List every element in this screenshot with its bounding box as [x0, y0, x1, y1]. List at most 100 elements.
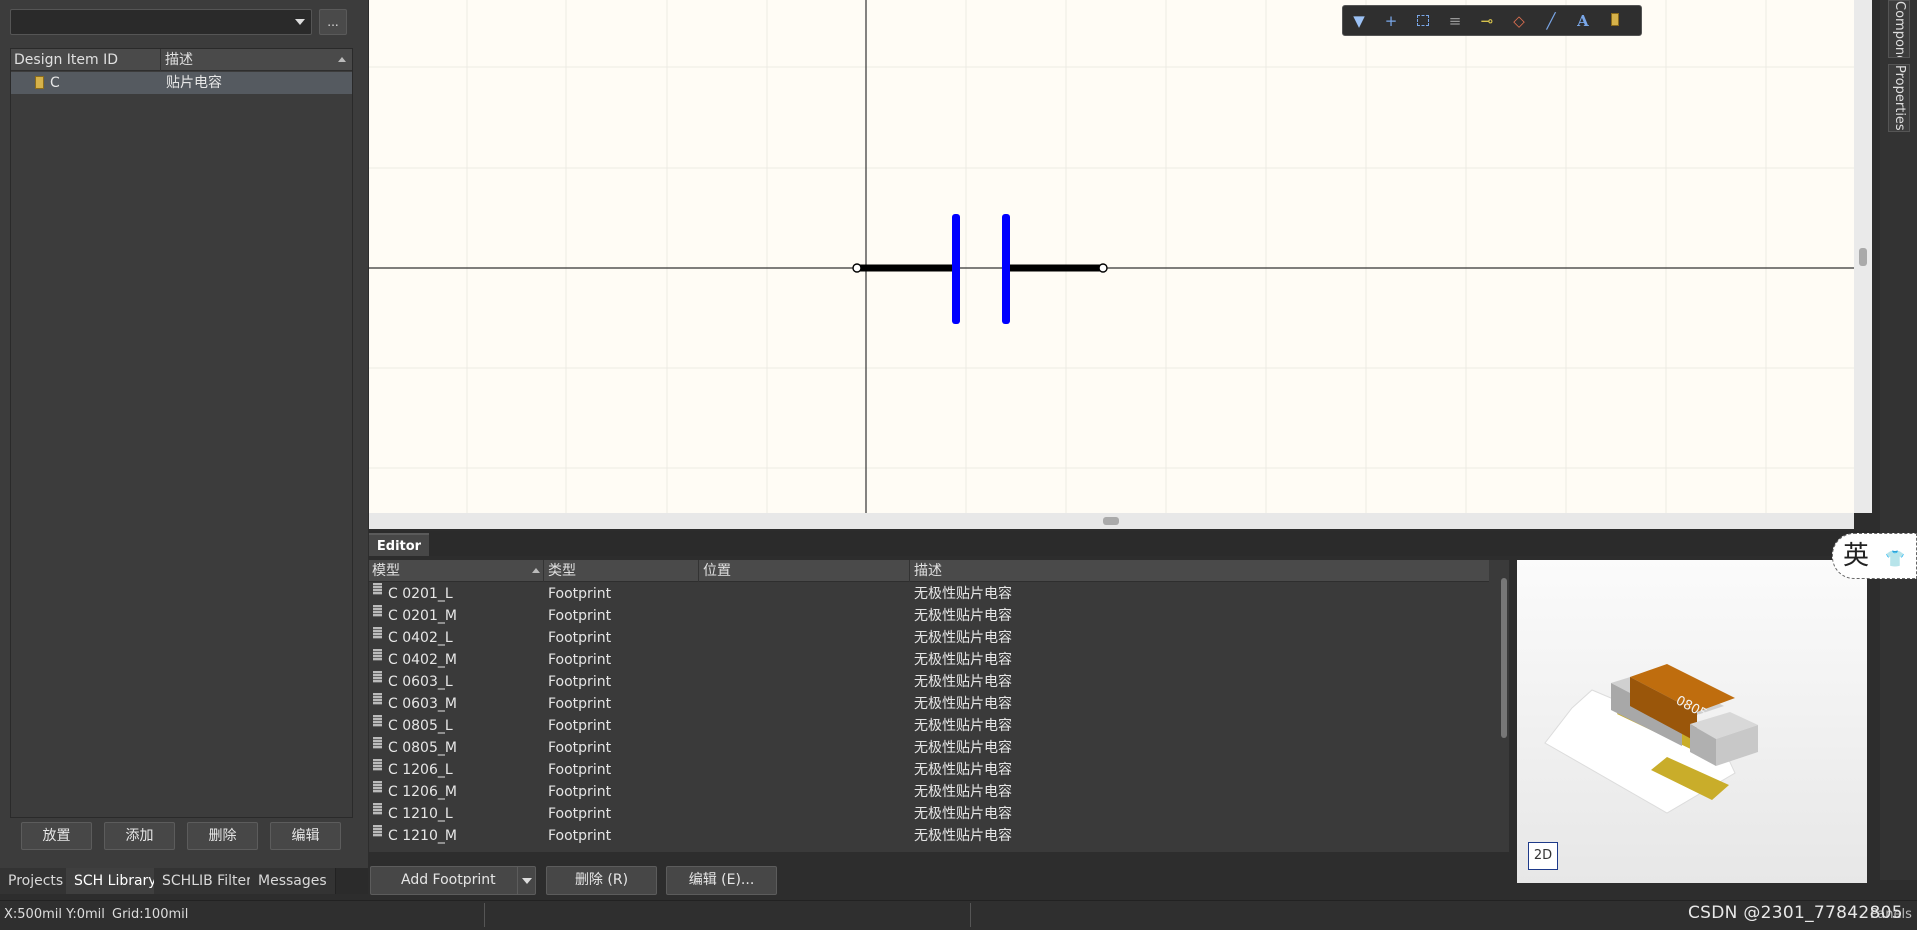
canvas-horizontal-scrollbar[interactable] — [369, 513, 1854, 529]
cross-icon[interactable]: + — [1381, 11, 1401, 31]
table-row[interactable]: C 0402_L Footprint 无极性贴片电容 — [369, 627, 1489, 649]
cursor-coordinates: X:500mil Y:0mil — [4, 907, 105, 922]
table-row[interactable]: C 1206_L Footprint 无极性贴片电容 — [369, 759, 1489, 781]
component-icon[interactable] — [1605, 11, 1625, 31]
remove-footprint-button[interactable]: 删除 (R) — [546, 866, 657, 895]
capacitor-plate-right[interactable] — [1002, 214, 1010, 324]
column-header-description[interactable]: 描述 — [911, 560, 1489, 582]
footprint-model: C 0201_L — [388, 586, 453, 602]
footprint-description: 无极性贴片电容 — [914, 740, 1012, 756]
component-icon — [35, 76, 44, 89]
footprint-type: Footprint — [548, 718, 612, 734]
column-header-design-item-id[interactable]: Design Item ID — [11, 49, 161, 71]
footprint-model: C 0201_M — [388, 608, 457, 624]
chevron-down-icon[interactable] — [295, 19, 305, 25]
line-icon[interactable]: ╱ — [1541, 11, 1561, 31]
scrollbar-thumb[interactable] — [1103, 517, 1119, 525]
tab-editor[interactable]: Editor — [369, 533, 429, 556]
fill-icon[interactable]: ◇ — [1509, 11, 1529, 31]
tab-sch-library[interactable]: SCH Library — [66, 868, 166, 894]
footprint-type: Footprint — [548, 696, 612, 712]
sort-asc-icon — [532, 568, 540, 573]
shirt-icon[interactable]: 👕 — [1885, 549, 1905, 568]
add-button[interactable]: 添加 — [104, 822, 175, 850]
tab-messages[interactable]: Messages — [250, 868, 336, 894]
table-row[interactable]: C 0201_M Footprint 无极性贴片电容 — [369, 605, 1489, 627]
editor-tabbar: Editor — [369, 531, 1880, 556]
footprint-model: C 0603_L — [388, 674, 453, 690]
footprint-icon — [373, 715, 382, 727]
add-footprint-button[interactable]: Add Footprint — [370, 866, 536, 895]
footprint-type: Footprint — [548, 586, 612, 602]
footprint-model: C 1206_M — [388, 784, 457, 800]
footprint-model: C 1206_L — [388, 762, 453, 778]
filter-icon[interactable]: ▼ — [1349, 11, 1369, 31]
panel-tabs: Projects SCH Library SCHLIB Filter Messa… — [0, 868, 368, 894]
footprint-model: C 0402_M — [388, 652, 457, 668]
delete-button[interactable]: 删除 — [187, 822, 258, 850]
column-header-location[interactable]: 位置 — [700, 560, 910, 582]
footprint-description: 无极性贴片电容 — [914, 784, 1012, 800]
table-row[interactable]: C 0603_L Footprint 无极性贴片电容 — [369, 671, 1489, 693]
table-row[interactable]: C 1210_L Footprint 无极性贴片电容 — [369, 803, 1489, 825]
ime-language: 英 — [1843, 541, 1870, 571]
footprint-table-scrollbar[interactable] — [1500, 578, 1508, 848]
design-item-id: C — [50, 75, 60, 91]
footprint-description: 无极性贴片电容 — [914, 718, 1012, 734]
place-button[interactable]: 放置 — [21, 822, 92, 850]
edit-button[interactable]: 编辑 — [270, 822, 341, 850]
footprint-icon — [373, 693, 382, 705]
tab-components[interactable]: Components — [1888, 0, 1910, 58]
canvas-vertical-scrollbar[interactable] — [1854, 0, 1872, 513]
column-header-description[interactable]: 描述 — [162, 49, 352, 71]
pin-icon[interactable]: ⊸ — [1477, 11, 1497, 31]
view-2d-button[interactable]: 2D — [1528, 842, 1558, 870]
footprint-icon — [373, 627, 382, 639]
scrollbar-thumb[interactable] — [1501, 578, 1507, 738]
footprint-model: C 0603_M — [388, 696, 457, 712]
design-item-table: Design Item ID 描述 C 贴片电容 — [10, 48, 353, 818]
table-row[interactable]: C 0805_L Footprint 无极性贴片电容 — [369, 715, 1489, 737]
more-options-button[interactable]: ... — [319, 9, 347, 35]
table-row[interactable]: C 贴片电容 — [11, 72, 352, 94]
edit-footprint-button[interactable]: 编辑 (E)... — [666, 866, 777, 895]
ime-indicator[interactable]: 英 👕 — [1832, 533, 1917, 579]
footprint-type: Footprint — [548, 608, 612, 624]
footprint-description: 无极性贴片电容 — [914, 828, 1012, 844]
column-header-model[interactable]: 模型 — [369, 560, 544, 582]
select-rect-icon[interactable] — [1413, 11, 1433, 31]
column-header-type[interactable]: 类型 — [545, 560, 699, 582]
text-icon[interactable]: A — [1573, 11, 1593, 31]
tab-projects[interactable]: Projects — [0, 868, 73, 894]
pin-2-endpoint — [1098, 263, 1108, 273]
align-icon[interactable]: ≡ — [1445, 11, 1465, 31]
footprint-model-table: 模型 类型 位置 描述 C 0201_L Footprint 无极性贴片电容 C 02… — [369, 560, 1509, 852]
schematic-canvas[interactable]: ▼ + ≡ ⊸ ◇ ╱ A — [369, 0, 1854, 513]
footprint-icon — [373, 825, 382, 837]
footprint-icon — [373, 605, 382, 617]
add-footprint-dropdown[interactable] — [517, 867, 535, 894]
table-row[interactable]: C 0402_M Footprint 无极性贴片电容 — [369, 649, 1489, 671]
capacitor-plate-left[interactable] — [952, 214, 960, 324]
tab-schlib-filter[interactable]: SCHLIB Filter — [154, 868, 261, 894]
tab-properties[interactable]: Properties — [1888, 64, 1910, 132]
footprint-type: Footprint — [548, 652, 612, 668]
sch-library-panel: ... Design Item ID 描述 C 贴片电容 放置 添加 删除 编辑… — [0, 0, 368, 894]
table-row[interactable]: C 0201_L Footprint 无极性贴片电容 — [369, 583, 1489, 605]
footprint-type: Footprint — [548, 630, 612, 646]
footprint-type: Footprint — [548, 740, 612, 756]
scrollbar-thumb[interactable] — [1859, 248, 1867, 266]
table-row[interactable]: C 1210_M Footprint 无极性贴片电容 — [369, 825, 1489, 847]
footprint-3d-preview[interactable]: 0805 2D — [1517, 560, 1867, 883]
table-row[interactable]: C 0603_M Footprint 无极性贴片电容 — [369, 693, 1489, 715]
table-header: 模型 类型 位置 描述 — [369, 560, 1489, 582]
footprint-model: C 0805_M — [388, 740, 457, 756]
table-row[interactable]: C 0805_M Footprint 无极性贴片电容 — [369, 737, 1489, 759]
footprint-icon — [373, 737, 382, 749]
footprint-icon — [373, 759, 382, 771]
grid-size: Grid:100mil — [112, 907, 189, 922]
footprint-model: C 1210_L — [388, 806, 453, 822]
library-filter-combo[interactable] — [10, 9, 312, 35]
footprint-icon — [373, 803, 382, 815]
table-row[interactable]: C 1206_M Footprint 无极性贴片电容 — [369, 781, 1489, 803]
